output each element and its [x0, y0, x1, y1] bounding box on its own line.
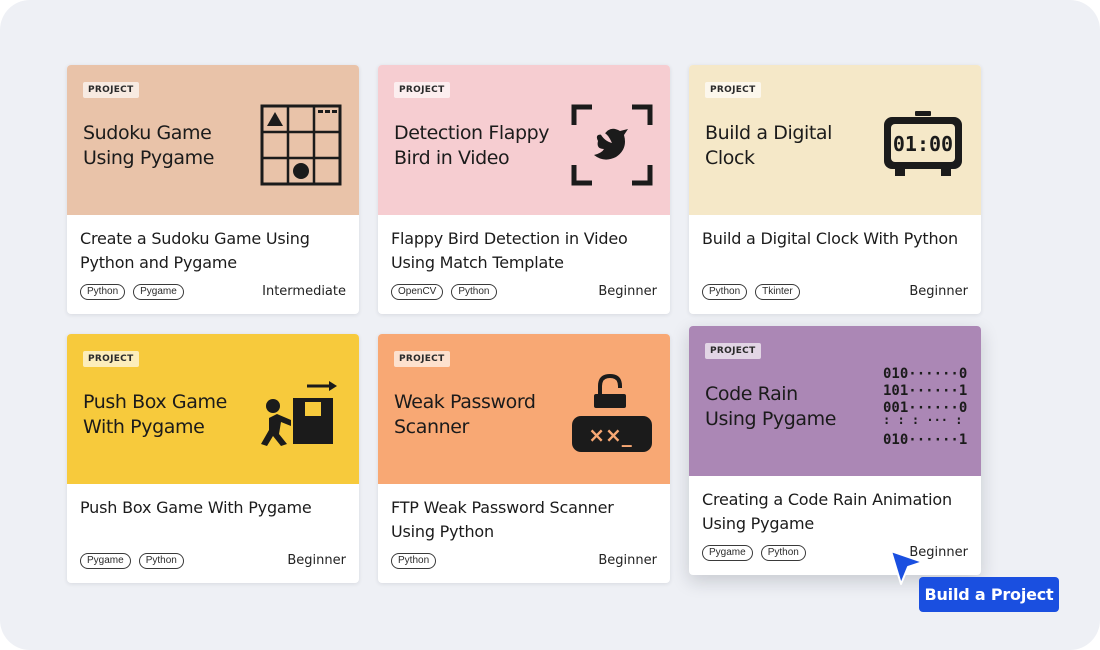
tag: Python	[760, 545, 806, 561]
tag: Python	[138, 553, 184, 569]
banner-title: Build a Digital Clock	[705, 122, 833, 169]
card-body: Create a Sudoku Game Using Python and Py…	[67, 215, 359, 314]
tag: OpenCV	[391, 284, 444, 300]
project-card-code-rain[interactable]: PROJECT Code Rain Using Pygame 010······…	[689, 326, 981, 575]
card-banner: PROJECT Build a Digital Clock 01:00	[689, 65, 981, 215]
project-badge: PROJECT	[705, 82, 761, 98]
tag: Python	[451, 284, 497, 300]
difficulty-level: Beginner	[909, 284, 968, 299]
bird-frame-icon	[570, 103, 654, 187]
project-badge: PROJECT	[394, 351, 450, 367]
binary-code-icon: 010······0 101······1 001······0 : : : ·…	[883, 364, 967, 448]
card-title[interactable]: FTP Weak Password Scanner Using Python	[391, 496, 653, 544]
banner-title: Weak Password Scanner	[394, 391, 536, 438]
card-title[interactable]: Build a Digital Clock With Python	[702, 227, 964, 251]
project-badge: PROJECT	[83, 82, 139, 98]
card-title[interactable]: Create a Sudoku Game Using Python and Py…	[80, 227, 342, 275]
card-banner: PROJECT Sudoku Game Using Pygame	[67, 65, 359, 215]
tag: Pygame	[133, 284, 184, 300]
tag: Pygame	[702, 545, 753, 561]
sudoku-grid-icon	[259, 103, 343, 187]
project-card-digital-clock[interactable]: PROJECT Build a Digital Clock 01:00 Buil…	[689, 65, 981, 314]
banner-title: Sudoku Game Using Pygame	[83, 122, 215, 169]
push-box-icon	[259, 372, 343, 456]
unlock-keyboard-icon: ××_	[570, 372, 654, 456]
clock-readout: 01:00	[893, 132, 953, 156]
banner-title: Code Rain Using Pygame	[705, 383, 837, 430]
card-body: Push Box Game With Pygame Pygame Python …	[67, 484, 359, 583]
difficulty-level: Beginner	[598, 553, 657, 568]
card-banner: PROJECT Code Rain Using Pygame 010······…	[689, 326, 981, 476]
tag: Python	[80, 284, 126, 300]
card-body: Creating a Code Rain Animation Using Pyg…	[689, 476, 981, 575]
card-banner: PROJECT Weak Password Scanner ××_	[378, 334, 670, 484]
tag-list: OpenCV Python	[391, 284, 497, 300]
card-title[interactable]: Push Box Game With Pygame	[80, 496, 342, 520]
card-body: Flappy Bird Detection in Video Using Mat…	[378, 215, 670, 314]
tag: Pygame	[80, 553, 131, 569]
masked-password-text: ××_	[588, 423, 632, 447]
code-line: : : : ··· :	[883, 413, 962, 427]
difficulty-level: Beginner	[287, 553, 346, 568]
tag-list: Python	[391, 553, 437, 569]
build-project-button[interactable]: Build a Project	[919, 577, 1059, 612]
tag: Python	[702, 284, 748, 300]
tag-list: Pygame Python	[80, 553, 184, 569]
code-line: 010······0	[883, 366, 967, 382]
project-card-sudoku[interactable]: PROJECT Sudoku Game Using Pygame Create …	[67, 65, 359, 314]
digital-clock-icon: 01:00	[881, 103, 965, 187]
project-badge: PROJECT	[394, 82, 450, 98]
card-title[interactable]: Flappy Bird Detection in Video Using Mat…	[391, 227, 653, 275]
tag-list: Python Tkinter	[702, 284, 800, 300]
card-banner: PROJECT Detection Flappy Bird in Video	[378, 65, 670, 215]
tag-list: Python Pygame	[80, 284, 184, 300]
project-badge: PROJECT	[705, 343, 761, 359]
banner-title: Push Box Game With Pygame	[83, 391, 227, 438]
banner-title: Detection Flappy Bird in Video	[394, 122, 550, 169]
card-title[interactable]: Creating a Code Rain Animation Using Pyg…	[702, 488, 964, 536]
tag-list: Pygame Python	[702, 545, 806, 561]
project-card-flappy-bird[interactable]: PROJECT Detection Flappy Bird in Video F…	[378, 65, 670, 314]
tag: Python	[391, 553, 437, 569]
project-card-password-scanner[interactable]: PROJECT Weak Password Scanner ××_ FTP We…	[378, 334, 670, 583]
tag: Tkinter	[755, 284, 800, 300]
difficulty-level: Intermediate	[262, 284, 346, 299]
difficulty-level: Beginner	[598, 284, 657, 299]
project-card-push-box[interactable]: PROJECT Push Box Game With Pygame Push B…	[67, 334, 359, 583]
card-body: FTP Weak Password Scanner Using Python P…	[378, 484, 670, 583]
code-line: 101······1	[883, 383, 967, 399]
page-frame: PROJECT Sudoku Game Using Pygame Create …	[0, 0, 1100, 650]
code-line: 010······1	[883, 432, 967, 448]
card-body: Build a Digital Clock With Python Python…	[689, 215, 981, 314]
project-badge: PROJECT	[83, 351, 139, 367]
card-banner: PROJECT Push Box Game With Pygame	[67, 334, 359, 484]
